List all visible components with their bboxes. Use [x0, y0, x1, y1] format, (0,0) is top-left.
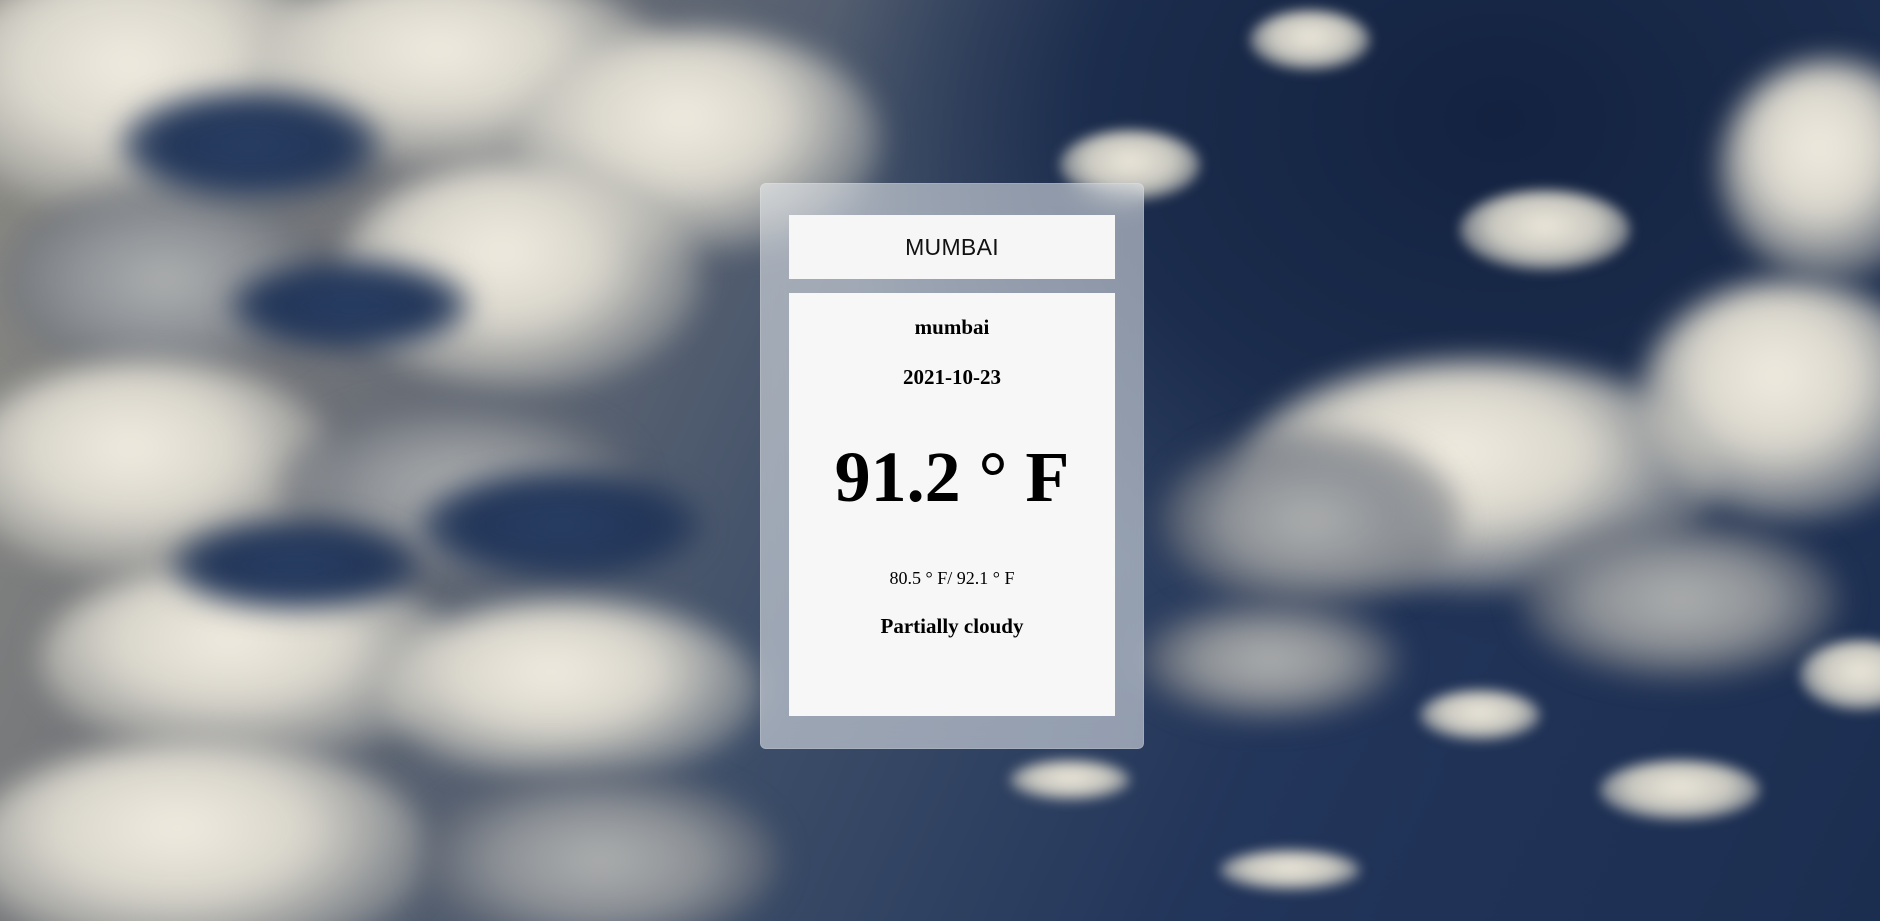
- city-header: MUMBAI: [789, 215, 1115, 279]
- forecast-date: 2021-10-23: [903, 365, 1001, 389]
- temperature-range: 80.5 ° F/ 92.1 ° F: [889, 568, 1015, 588]
- weather-card: MUMBAI mumbai 2021-10-23 91.2 ° F 80.5 °…: [760, 183, 1144, 749]
- location-name: mumbai: [914, 315, 990, 339]
- city-title: MUMBAI: [905, 233, 999, 260]
- weather-condition: Partially cloudy: [880, 614, 1024, 638]
- weather-info-panel: mumbai 2021-10-23 91.2 ° F 80.5 ° F/ 92.…: [789, 293, 1115, 716]
- current-temperature: 91.2 ° F: [834, 437, 1070, 517]
